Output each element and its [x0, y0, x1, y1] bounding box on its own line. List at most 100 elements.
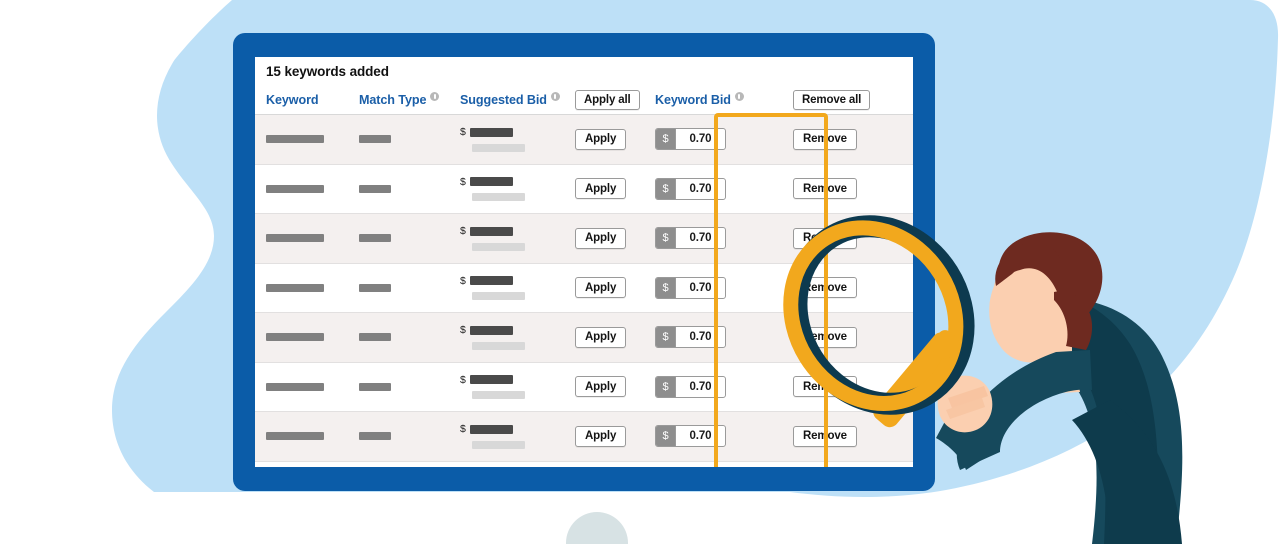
apply-button[interactable]: Apply: [575, 277, 627, 299]
cell-keyword-bid: $ 0.70: [655, 115, 765, 164]
cell-remove: Remove: [793, 264, 893, 313]
keyword-bid-input[interactable]: $ 0.70: [655, 375, 726, 398]
remove-button[interactable]: Remove: [793, 277, 857, 299]
monitor-frame: 15 keywords added Keyword Match Type Sug…: [233, 33, 935, 491]
table-row: $ Apply $ 0.70 Remove: [255, 263, 913, 313]
apply-button[interactable]: Apply: [575, 128, 627, 150]
table-header-row: Keyword Match Type Suggested Bid Apply a…: [255, 85, 913, 115]
cell-suggested-bid: $: [460, 412, 565, 461]
table-row: $ Apply $ 0.70 Remove: [255, 164, 913, 214]
currency-symbol: $: [460, 373, 466, 386]
cell-keyword: [266, 115, 356, 164]
cell-match-type: [359, 214, 455, 263]
currency-symbol: $: [460, 126, 466, 138]
keyword-bid-value[interactable]: 0.70: [676, 228, 725, 248]
table-body: $ Apply $ 0.70 Remove $ Apply $ 0.70 Rem…: [255, 115, 913, 462]
suggested-bid-amount: $: [460, 424, 513, 435]
cell-match-type: [359, 264, 455, 313]
cell-remove: Remove: [793, 165, 893, 214]
cell-apply: Apply: [575, 363, 653, 412]
keywords-table: 15 keywords added Keyword Match Type Sug…: [255, 57, 913, 467]
keyword-placeholder-bar: [266, 283, 324, 292]
suggested-bid-subtext-bar: [472, 143, 525, 152]
cell-remove: Remove: [793, 412, 893, 461]
keyword-bid-input[interactable]: $ 0.70: [655, 227, 726, 250]
currency-prefix: $: [656, 228, 676, 249]
apply-button[interactable]: Apply: [575, 227, 627, 249]
match-type-placeholder-bar: [359, 135, 391, 144]
keyword-bid-value[interactable]: 0.70: [676, 327, 725, 347]
suggested-bid-placeholder-bar: [469, 325, 513, 335]
info-icon[interactable]: [550, 92, 560, 101]
currency-symbol: $: [460, 324, 466, 336]
keyword-bid-value[interactable]: 0.70: [676, 426, 725, 446]
cell-keyword-bid: $ 0.70: [655, 363, 765, 412]
currency-prefix: $: [656, 178, 676, 199]
keyword-bid-input[interactable]: $ 0.70: [655, 177, 726, 200]
cell-keyword: [266, 264, 356, 313]
header-apply-all-cell: Apply all: [575, 85, 653, 114]
apply-all-button[interactable]: Apply all: [575, 89, 640, 110]
apply-button[interactable]: Apply: [575, 425, 627, 447]
keyword-bid-input[interactable]: $ 0.70: [655, 425, 726, 448]
keyword-placeholder-bar: [266, 135, 324, 144]
currency-symbol: $: [460, 175, 466, 188]
remove-button[interactable]: Remove: [793, 227, 857, 249]
keyword-placeholder-bar: [266, 234, 324, 243]
keyword-bid-input[interactable]: $ 0.70: [655, 128, 726, 151]
cell-keyword: [266, 214, 356, 263]
match-type-placeholder-bar: [359, 283, 391, 292]
keyword-bid-input[interactable]: $ 0.70: [655, 326, 726, 349]
apply-button[interactable]: Apply: [575, 178, 627, 200]
keyword-bid-value[interactable]: 0.70: [676, 129, 725, 149]
keyword-placeholder-bar: [266, 333, 324, 342]
remove-button[interactable]: Remove: [793, 178, 857, 200]
keyword-bid-value[interactable]: 0.70: [676, 179, 725, 199]
remove-button[interactable]: Remove: [793, 376, 857, 398]
currency-prefix: $: [656, 277, 676, 298]
keyword-bid-value[interactable]: 0.70: [676, 278, 725, 298]
info-icon[interactable]: [734, 92, 744, 101]
remove-button[interactable]: Remove: [793, 128, 857, 150]
currency-symbol: $: [460, 274, 466, 287]
apply-button[interactable]: Apply: [575, 326, 627, 348]
suggested-bid-subtext-bar: [472, 440, 525, 449]
suggested-bid-subtext-bar: [472, 242, 525, 251]
match-type-placeholder-bar: [359, 234, 391, 243]
cell-keyword-bid: $ 0.70: [655, 165, 765, 214]
keyword-bid-input[interactable]: $ 0.70: [655, 276, 726, 299]
header-match-type-label: Match Type: [359, 92, 427, 107]
cell-keyword: [266, 313, 356, 362]
match-type-placeholder-bar: [359, 333, 391, 342]
table-row: $ Apply $ 0.70 Remove: [255, 362, 913, 412]
suggested-bid-subtext-bar: [472, 391, 525, 399]
header-match-type: Match Type: [359, 85, 455, 114]
keywords-added-title: 15 keywords added: [266, 63, 389, 79]
cell-remove: Remove: [793, 214, 893, 263]
suggested-bid-amount: $: [460, 226, 513, 237]
header-keyword: Keyword: [266, 85, 356, 114]
cell-match-type: [359, 363, 455, 412]
suggested-bid-amount: $: [460, 175, 513, 188]
header-keyword-bid: Keyword Bid: [655, 85, 765, 114]
remove-all-button[interactable]: Remove all: [793, 89, 871, 110]
illustration-canvas: 15 keywords added Keyword Match Type Sug…: [0, 0, 1280, 544]
suggested-bid-placeholder-bar: [469, 127, 513, 137]
suggested-bid-subtext-bar: [472, 193, 525, 201]
remove-button[interactable]: Remove: [793, 326, 857, 348]
keyword-bid-value[interactable]: 0.70: [676, 377, 725, 397]
cell-apply: Apply: [575, 165, 653, 214]
currency-prefix: $: [656, 376, 676, 397]
info-icon[interactable]: [430, 92, 440, 101]
remove-button[interactable]: Remove: [793, 425, 857, 447]
cell-keyword-bid: $ 0.70: [655, 264, 765, 313]
suggested-bid-placeholder-bar: [469, 226, 513, 236]
apply-button[interactable]: Apply: [575, 376, 627, 398]
suggested-bid-amount: $: [460, 127, 513, 138]
header-keyword-bid-label: Keyword Bid: [655, 92, 731, 107]
cell-keyword-bid: $ 0.70: [655, 313, 765, 362]
header-keyword-label: Keyword: [266, 92, 319, 107]
header-suggested-bid-label: Suggested Bid: [460, 92, 547, 107]
suggested-bid-subtext-bar: [472, 292, 525, 300]
currency-prefix: $: [656, 327, 676, 348]
